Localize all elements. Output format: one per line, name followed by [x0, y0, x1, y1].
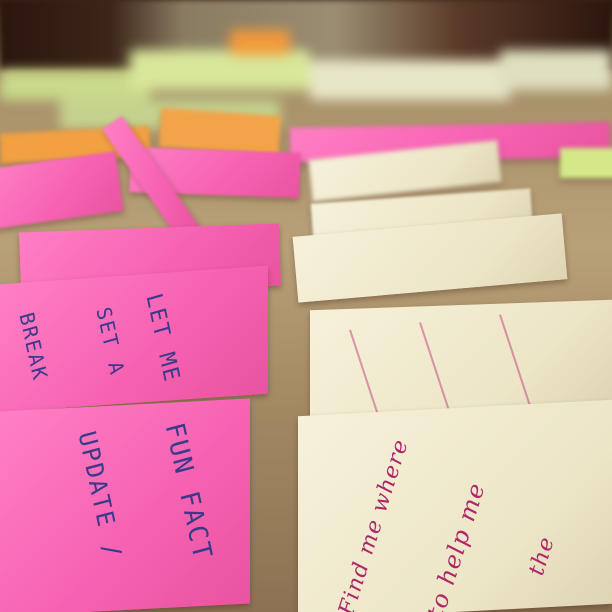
- pink-note-let-me: LET ME SET A BREAK: [0, 265, 268, 413]
- cream-note-writing: [310, 299, 612, 556]
- note-text: BREAK: [14, 309, 53, 385]
- note-text: LET ME: [140, 290, 185, 386]
- green-note: [560, 148, 612, 178]
- note-text: to help me: [421, 479, 491, 612]
- note-text: Find me where: [334, 436, 414, 612]
- pink-note-fun-fact: FUN FACT UPDATE /: [0, 398, 250, 612]
- note-text: UPDATE /: [72, 428, 128, 563]
- note-text: FUN FACT: [158, 419, 218, 565]
- note-text: SET A: [91, 304, 130, 379]
- cream-note-find-me: Find me where to help me the: [298, 399, 612, 612]
- photo-scene: LET ME SET A BREAK FUN FACT UPDATE / Fin…: [0, 0, 612, 612]
- note-text: the: [524, 533, 561, 579]
